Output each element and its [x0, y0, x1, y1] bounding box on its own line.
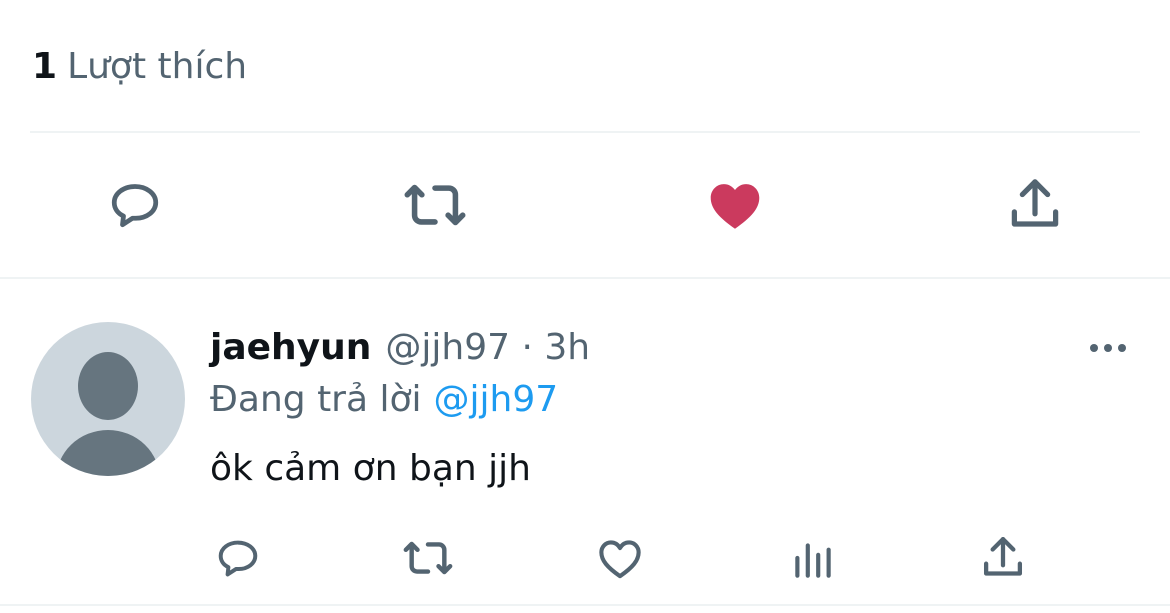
reply-display-name[interactable]: jaehyun	[210, 327, 371, 368]
reply-share-button[interactable]	[975, 530, 1031, 586]
bar-chart-icon	[795, 543, 831, 578]
reply-analytics-button[interactable]	[785, 530, 841, 586]
replying-to-mention[interactable]: @jjh97	[434, 379, 559, 420]
share-button[interactable]	[1000, 170, 1070, 240]
retweet-button[interactable]	[400, 170, 470, 240]
like-button[interactable]	[700, 170, 770, 240]
reply-button[interactable]	[100, 170, 170, 240]
replying-to-label: Đang trả lời	[210, 379, 422, 420]
divider	[0, 277, 1170, 279]
reply-retweet-button[interactable]	[400, 530, 456, 586]
avatar[interactable]	[31, 322, 185, 476]
reply-handle-time: @jjh97 · 3h	[385, 327, 591, 368]
default-avatar-icon	[56, 352, 160, 476]
more-options-button[interactable]	[1080, 326, 1136, 370]
reply-text: ôk cảm ơn bạn jjh	[210, 448, 531, 489]
tweet-action-bar	[0, 170, 1170, 240]
reply-action-bar	[0, 530, 1170, 586]
replying-to: Đang trả lời @jjh97	[210, 374, 558, 426]
reply-like-button[interactable]	[592, 530, 648, 586]
likes-count: 1	[32, 46, 58, 87]
share-icon	[983, 536, 1023, 576]
likes-label: Lượt thích	[67, 46, 248, 87]
likes-summary[interactable]: 1 Lượt thích	[32, 40, 247, 94]
more-horizontal-icon	[1090, 344, 1126, 352]
share-icon	[1011, 179, 1059, 227]
heart-outline-icon	[599, 540, 641, 579]
retweet-icon	[403, 541, 453, 575]
comment-icon	[111, 184, 159, 228]
reply-comment-button[interactable]	[210, 530, 266, 586]
comment-icon	[218, 540, 258, 577]
retweet-icon	[404, 184, 466, 226]
reply-header: jaehyun @jjh97 · 3h	[210, 322, 590, 374]
divider	[0, 604, 1170, 606]
heart-filled-icon	[710, 184, 760, 229]
divider	[30, 131, 1140, 133]
